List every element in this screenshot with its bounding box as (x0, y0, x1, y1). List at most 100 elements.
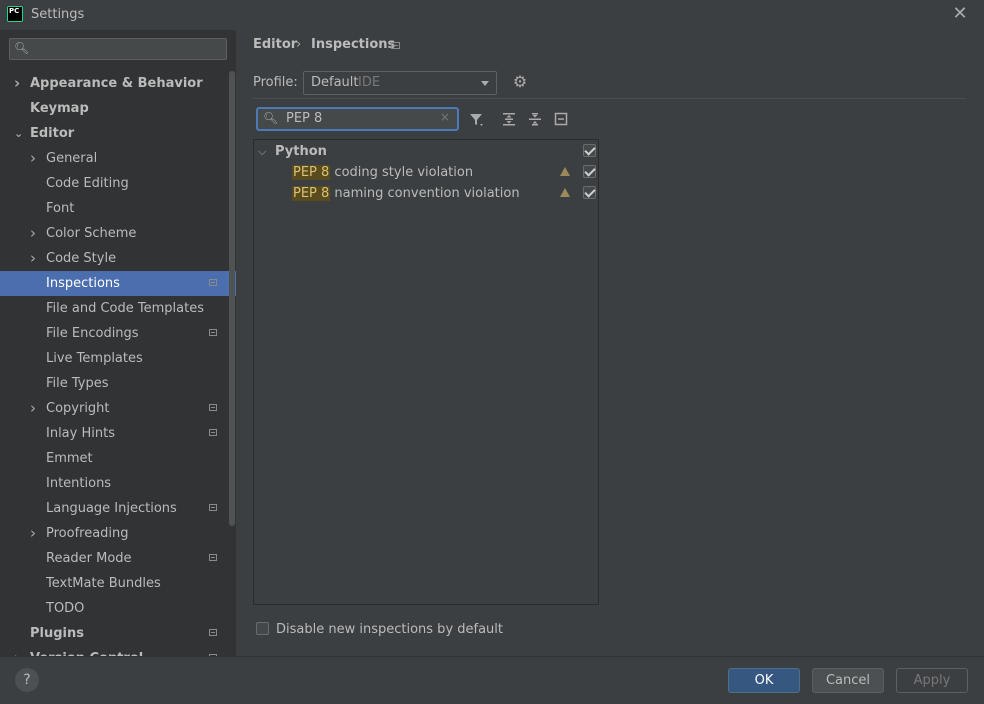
sidebar-item-label: File Types (46, 376, 109, 391)
profile-label: Profile: (253, 75, 298, 90)
collapse-all-icon[interactable] (527, 111, 545, 129)
sidebar-item-label: Version Control (30, 646, 143, 656)
help-button[interactable]: ? (15, 668, 39, 692)
modified-settings-icon (209, 504, 217, 511)
gear-icon[interactable]: ⚙ (511, 73, 529, 91)
sidebar-item-language-injections[interactable]: Language Injections (0, 496, 228, 521)
sidebar-item-general[interactable]: › General (0, 146, 228, 171)
sidebar-item-reader-mode[interactable]: Reader Mode (0, 546, 228, 571)
settings-search-input[interactable]: 🔍︎ (9, 38, 227, 60)
disable-new-inspections-label[interactable]: Disable new inspections by default (276, 622, 503, 637)
sidebar-item-todo[interactable]: TODO (0, 596, 228, 621)
modified-settings-icon (391, 42, 400, 49)
warning-icon (560, 188, 570, 197)
group-checkbox[interactable] (583, 144, 596, 157)
sidebar-item-label: File Encodings (46, 326, 139, 341)
ok-button[interactable]: OK (728, 668, 800, 693)
pycharm-app-icon: PC (7, 6, 23, 22)
close-icon[interactable]: ✕ (950, 4, 970, 24)
sidebar-item-emmet[interactable]: Emmet (0, 446, 228, 471)
sidebar-item-keymap[interactable]: Keymap (0, 96, 228, 121)
sidebar-item-label: Code Editing (46, 176, 129, 191)
sidebar-item-label: Language Injections (46, 501, 177, 516)
disable-new-inspections-checkbox[interactable] (256, 622, 269, 635)
inspection-label: PEP 8 coding style violation (292, 162, 473, 183)
cancel-button[interactable]: Cancel (812, 668, 884, 693)
warning-icon (560, 167, 570, 176)
search-icon: 🔍︎ (263, 111, 279, 125)
modified-settings-icon (209, 554, 217, 561)
apply-button[interactable]: Apply (896, 668, 968, 693)
modified-settings-icon (209, 404, 217, 411)
chevron-right-icon[interactable]: › (14, 71, 20, 96)
sidebar-item-color-scheme[interactable]: › Color Scheme (0, 221, 228, 246)
search-text: PEP 8 (286, 111, 323, 126)
sidebar-item-code-style[interactable]: › Code Style (0, 246, 228, 271)
inspection-search-input[interactable]: 🔍︎ PEP 8 × (256, 107, 459, 131)
modified-settings-icon (209, 629, 217, 636)
chevron-right-icon[interactable]: › (30, 396, 36, 421)
sidebar-item-label: Color Scheme (46, 226, 137, 241)
breadcrumb-editor[interactable]: Editor (253, 37, 297, 52)
group-label: Python (275, 144, 327, 159)
sidebar-item-label: File and Code Templates (46, 301, 204, 316)
sidebar-item-inlay-hints[interactable]: Inlay Hints (0, 421, 228, 446)
expand-all-icon[interactable] (501, 111, 519, 129)
profile-scope: IDE (358, 75, 381, 90)
profile-dropdown[interactable]: Default IDE (303, 71, 497, 95)
sidebar-item-label: TODO (46, 601, 85, 616)
title-bar (0, 0, 984, 30)
sidebar-item-version-control[interactable]: › Version Control (0, 646, 228, 656)
sidebar-item-label: TextMate Bundles (46, 576, 161, 591)
chevron-down-icon[interactable]: ⌄ (14, 121, 23, 146)
search-highlight: PEP 8 (292, 165, 331, 180)
sidebar-item-editor[interactable]: ⌄ Editor (0, 121, 228, 146)
sidebar-item-inspections[interactable]: Inspections (0, 271, 236, 296)
sidebar-item-appearance-behavior[interactable]: › Appearance & Behavior (0, 71, 228, 96)
sidebar-item-textmate-bundles[interactable]: TextMate Bundles (0, 571, 228, 596)
clear-search-icon[interactable]: × (440, 110, 450, 124)
settings-tree: › Appearance & Behavior Keymap ⌄ Editor › Gene… (0, 71, 236, 656)
sidebar-item-code-editing[interactable]: Code Editing (0, 171, 228, 196)
sidebar-item-label: Reader Mode (46, 551, 132, 566)
sidebar-item-label: Keymap (30, 101, 89, 116)
inspection-checkbox[interactable] (583, 165, 596, 178)
modified-settings-icon (209, 279, 217, 286)
inspection-row[interactable]: PEP 8 coding style violation (254, 162, 598, 183)
sidebar-item-label: Emmet (46, 451, 93, 466)
sidebar-item-file-types[interactable]: File Types (0, 371, 228, 396)
chevron-right-icon[interactable]: › (30, 246, 36, 271)
chevron-right-icon[interactable]: › (30, 146, 36, 171)
chevron-down-icon (481, 81, 489, 86)
chevron-right-icon[interactable]: › (30, 521, 36, 546)
sidebar-item-file-and-code-templates[interactable]: File and Code Templates (0, 296, 228, 321)
breadcrumb-inspections: Inspections (311, 37, 396, 52)
sidebar-item-label: Editor (30, 126, 75, 141)
sidebar-item-live-templates[interactable]: Live Templates (0, 346, 228, 371)
sidebar-item-plugins[interactable]: Plugins (0, 621, 228, 646)
divider (253, 98, 966, 99)
filter-icon[interactable] (468, 111, 486, 129)
reset-icon[interactable] (553, 111, 571, 129)
window-title: Settings (31, 7, 85, 22)
sidebar-item-intentions[interactable]: Intentions (0, 471, 228, 496)
sidebar-item-font[interactable]: Font (0, 196, 228, 221)
sidebar-item-label: Inlay Hints (46, 426, 115, 441)
search-icon: 🔍︎ (14, 41, 30, 55)
chevron-right-icon[interactable]: › (14, 646, 20, 656)
chevron-right-icon[interactable]: › (30, 221, 36, 246)
sidebar-scrollbar[interactable] (229, 71, 235, 526)
sidebar-item-copyright[interactable]: › Copyright (0, 396, 228, 421)
app-icon-text: PC (8, 7, 22, 21)
sidebar-item-proofreading[interactable]: › Proofreading (0, 521, 228, 546)
sidebar-item-label: General (46, 151, 98, 166)
inspection-group-python[interactable]: ⌵ Python (254, 141, 598, 162)
sidebar-item-label: Intentions (46, 476, 112, 491)
modified-settings-icon (209, 429, 217, 436)
chevron-down-icon: ⌵ (258, 145, 267, 158)
inspection-row[interactable]: PEP 8 naming convention violation (254, 183, 598, 204)
sidebar-item-label: Live Templates (46, 351, 143, 366)
inspection-checkbox[interactable] (583, 186, 596, 199)
sidebar-item-label: Inspections (46, 276, 120, 291)
sidebar-item-file-encodings[interactable]: File Encodings (0, 321, 228, 346)
